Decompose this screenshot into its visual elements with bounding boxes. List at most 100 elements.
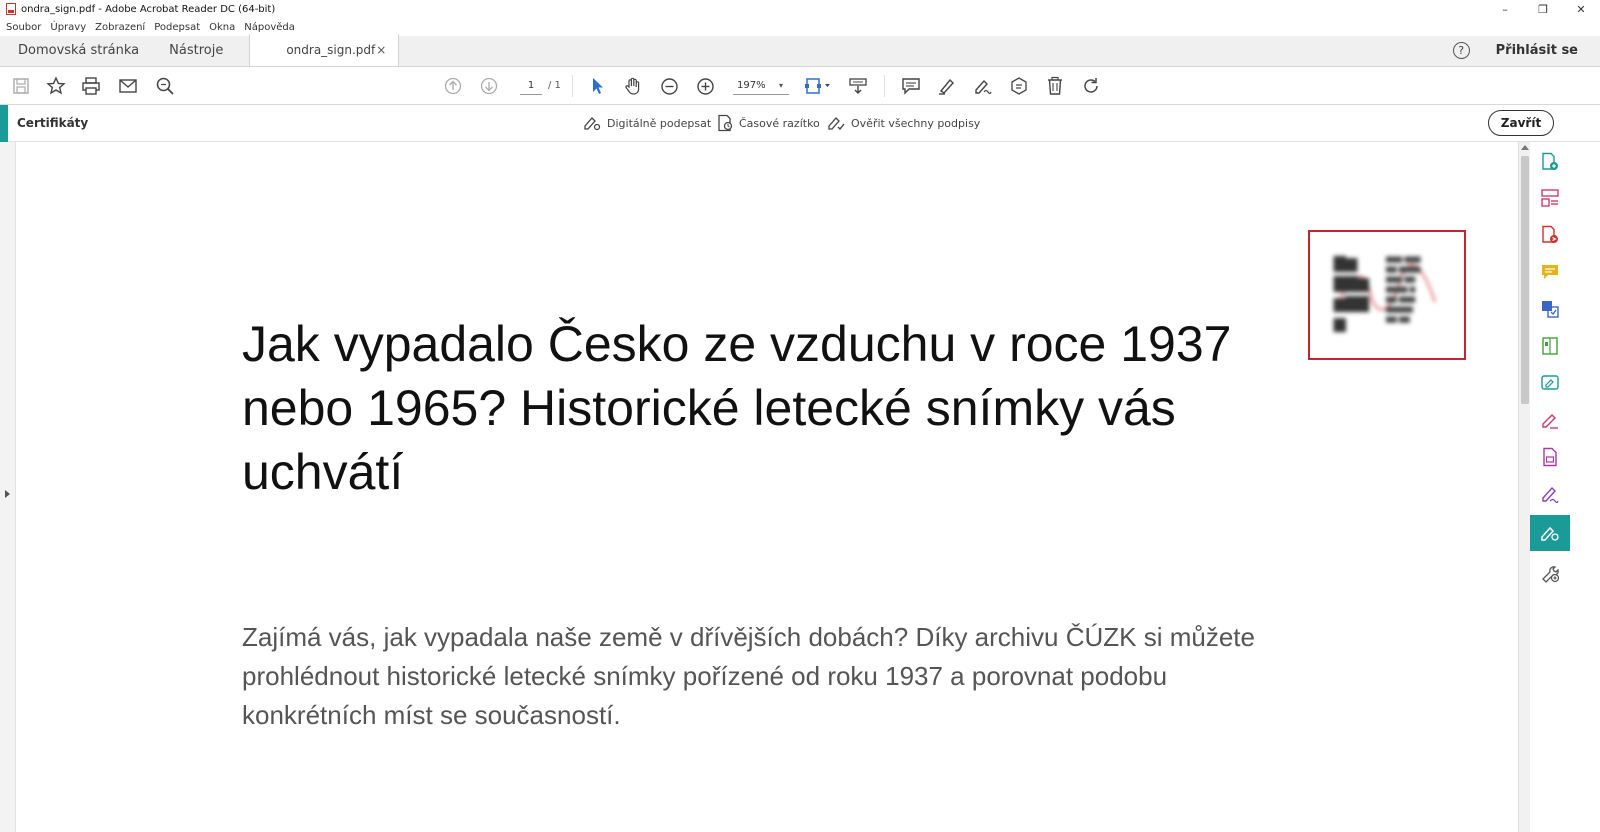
tab-bar: Domovská stránka Nástroje ondra_sign.pdf… — [0, 34, 1600, 67]
signin-link[interactable]: Přihlásit se — [1496, 43, 1578, 58]
hand-tool-button[interactable] — [622, 67, 644, 105]
send-review-icon — [1542, 301, 1559, 318]
article-lead: Zajímá vás, jak vypadala naše země v dří… — [242, 622, 1255, 730]
scrolling-mode-button[interactable] — [847, 67, 869, 105]
select-tool-button[interactable] — [587, 67, 609, 105]
close-window-button[interactable]: ✕ — [1562, 0, 1600, 18]
document-page[interactable]: ▇▆ ▇▇▆ ▆▇▇ ▆ ▆▆▆ ▆▆▆ ▆▆ ▆▆▆▆ ▆▆▆ ▆▆ ▆▆▆▆ ▆ ▆▆ ▆… — [16, 142, 1518, 832]
comment-tool[interactable] — [1530, 254, 1570, 290]
certificates-tool[interactable] — [1530, 515, 1570, 551]
tabbar-right: ? Přihlásit se — [1452, 35, 1600, 66]
prev-page-button[interactable] — [442, 67, 464, 105]
certificates-toolbar: Certifikáty Digitálně podepsat Časové ra… — [0, 105, 1600, 142]
verify-signatures-label: Ověřit všechny podpisy — [851, 116, 981, 130]
scroll-up-icon[interactable] — [1521, 145, 1529, 150]
restore-button[interactable]: ❐ — [1524, 0, 1562, 18]
rotate-button[interactable] — [1080, 67, 1102, 105]
printer-icon — [82, 77, 100, 95]
delete-button[interactable] — [1044, 67, 1066, 105]
organize-pages-tool[interactable] — [1530, 180, 1570, 216]
sign-tool-button[interactable] — [972, 67, 994, 105]
rotate-clockwise-icon — [1084, 78, 1098, 93]
send-for-review-tool[interactable] — [1530, 291, 1570, 327]
zoom-in-button[interactable] — [694, 67, 716, 105]
certificate-sign-icon — [1541, 526, 1559, 541]
verify-signatures-button[interactable]: Ověřit všechny podpisy — [826, 114, 980, 132]
page-number-input[interactable]: 1 — [520, 77, 542, 95]
print-production-tool[interactable] — [1530, 439, 1570, 475]
search-icon — [156, 77, 174, 95]
help-icon[interactable]: ? — [1452, 42, 1470, 59]
menu-file[interactable]: Soubor — [6, 22, 41, 33]
stamp-button[interactable] — [1008, 67, 1030, 105]
save-button[interactable] — [10, 67, 32, 105]
zoom-level-value: 197% — [737, 80, 766, 91]
tab-document[interactable]: ondra_sign.pdf × — [249, 34, 400, 66]
cursor-arrow-icon — [593, 78, 603, 94]
fit-page-icon — [805, 78, 830, 94]
pdf-file-icon — [6, 3, 16, 15]
arrow-up-circle-icon — [444, 77, 462, 95]
zoom-out-button[interactable] — [658, 67, 680, 105]
save-icon — [13, 78, 29, 94]
signature-appearance: ▇▆ ▇▇▆ ▆▇▇ ▆ ▆▆▆ ▆▆▆ ▆▆ ▆▆▆▆ ▆▆▆ ▆▆ ▆▆▆▆ ▆ ▆▆ ▆… — [1310, 232, 1464, 358]
comment-panel-icon — [1542, 265, 1558, 279]
close-certificates-button[interactable]: Zavřít — [1488, 110, 1554, 136]
window-title: ondra_sign.pdf - Adobe Acrobat Reader DC… — [21, 3, 276, 15]
stamp-icon — [1011, 77, 1027, 95]
export-pdf-tool[interactable] — [1530, 217, 1570, 253]
highlight-button[interactable] — [936, 67, 958, 105]
digital-sign-label: Digitálně podepsat — [607, 116, 712, 130]
menu-sign[interactable]: Podepsat — [154, 22, 200, 33]
menu-help[interactable]: Nápověda — [244, 22, 295, 33]
star-icon — [46, 76, 66, 95]
email-button[interactable] — [117, 67, 139, 105]
main-toolbar: 1 / 1 197% ▾ — [0, 67, 1600, 105]
print-button[interactable] — [80, 67, 102, 105]
toolbar-divider — [572, 75, 573, 97]
verify-signature-icon — [828, 117, 845, 131]
menu-view[interactable]: Zobrazení — [95, 22, 145, 33]
digital-sign-button[interactable]: Digitálně podepsat — [582, 114, 711, 132]
fill-sign-icon — [1541, 375, 1559, 390]
page-fit-button[interactable] — [803, 67, 833, 105]
close-tab-icon[interactable]: × — [376, 43, 386, 57]
comment-button[interactable] — [900, 67, 922, 105]
timestamp-label: Časové razítko — [739, 116, 820, 130]
signature-field[interactable]: ▇▆ ▇▇▆ ▆▇▇ ▆ ▆▆▆ ▆▆▆ ▆▆ ▆▆▆▆ ▆▆▆ ▆▆ ▆▆▆▆ ▆ ▆▆ ▆… — [1308, 230, 1466, 360]
plus-circle-icon — [696, 77, 714, 95]
edit-tool[interactable] — [1530, 402, 1570, 438]
highlighter-icon — [939, 78, 954, 95]
organize-pages-icon — [1541, 189, 1559, 207]
request-signature-tool[interactable] — [1530, 476, 1570, 512]
digital-sign-icon — [584, 117, 601, 131]
timestamp-button[interactable]: Časové razítko — [716, 114, 820, 132]
menu-edit[interactable]: Úpravy — [50, 22, 86, 33]
compare-files-tool[interactable] — [1530, 328, 1570, 364]
minus-circle-icon — [660, 77, 678, 95]
certificates-title: Certifikáty — [17, 116, 89, 130]
pen-icon — [1542, 414, 1558, 429]
minimize-button[interactable]: – — [1486, 0, 1524, 18]
trash-icon — [1048, 76, 1062, 95]
create-pdf-tool[interactable] — [1530, 144, 1570, 180]
fill-sign-tool[interactable] — [1530, 365, 1570, 401]
menu-window[interactable]: Okna — [209, 22, 235, 33]
search-button[interactable] — [154, 67, 176, 105]
vertical-scrollbar[interactable] — [1518, 142, 1530, 832]
left-panel-toggle[interactable] — [0, 142, 16, 832]
next-page-button[interactable] — [478, 67, 500, 105]
menu-bar: Soubor Úpravy Zobrazení Podepsat Okna Ná… — [0, 18, 1600, 36]
more-tools-button[interactable] — [1530, 555, 1570, 591]
signer-name-blurred: ▇▆ ▇▇▆ ▆▇▇ ▆ — [1334, 256, 1369, 332]
zoom-level-select[interactable]: 197% ▾ — [733, 77, 789, 95]
right-tools-panel — [1530, 142, 1570, 832]
certificates-accent — [0, 105, 8, 142]
envelope-icon — [119, 79, 137, 93]
wrench-plus-icon — [1542, 566, 1560, 583]
scrollbar-thumb[interactable] — [1521, 156, 1529, 404]
tab-home[interactable]: Domovská stránka — [0, 35, 155, 66]
arrow-down-circle-icon — [480, 77, 498, 95]
tab-tools[interactable]: Nástroje — [155, 35, 239, 66]
bookmark-button[interactable] — [45, 67, 67, 105]
